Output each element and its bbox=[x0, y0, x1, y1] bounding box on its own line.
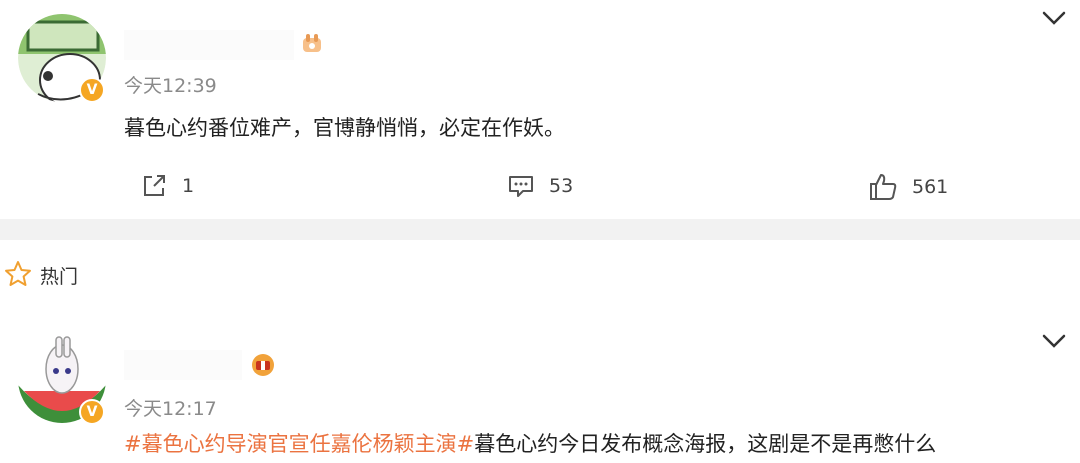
hot-label: 热门 bbox=[40, 266, 79, 288]
share-icon bbox=[144, 175, 165, 196]
member-badge-icon bbox=[250, 352, 274, 376]
hot-section-header: 热门 bbox=[0, 240, 1080, 310]
like-button[interactable]: 561 bbox=[868, 172, 948, 202]
like-count: 561 bbox=[912, 176, 949, 198]
chevron-down-icon[interactable] bbox=[1041, 333, 1067, 349]
post-card: V 今天12:39 暮色心约番位难产，官博静悄悄，必定在作妖。 1 53 561 bbox=[0, 0, 1080, 219]
share-count: 1 bbox=[182, 175, 195, 197]
post-text-body: 暮色心约今日发布概念海报，这剧是不是再憋什么 bbox=[474, 432, 937, 456]
timestamp: 今天12:17 bbox=[124, 398, 217, 420]
username-redacted[interactable] bbox=[124, 30, 294, 60]
like-icon bbox=[870, 174, 897, 200]
post-card: V 今天12:17 #暮色心约导演官宣任嘉伦杨颖主演#暮色心约今日发布概念海报，… bbox=[0, 310, 1080, 463]
comment-icon bbox=[509, 176, 533, 197]
post-text: #暮色心约导演官宣任嘉伦杨颖主演#暮色心约今日发布概念海报，这剧是不是再憋什么 bbox=[124, 428, 936, 458]
comment-count: 53 bbox=[549, 175, 574, 197]
share-button[interactable]: 1 bbox=[140, 172, 194, 200]
post-text: 暮色心约番位难产，官博静悄悄，必定在作妖。 bbox=[124, 116, 565, 140]
chevron-down-icon[interactable] bbox=[1041, 10, 1067, 26]
hashtag-link[interactable]: #暮色心约导演官宣任嘉伦杨颖主演# bbox=[124, 432, 474, 456]
comment-button[interactable]: 53 bbox=[507, 172, 573, 200]
verified-badge-icon: V bbox=[79, 399, 105, 425]
section-divider bbox=[0, 219, 1080, 240]
verified-badge-icon: V bbox=[79, 77, 105, 103]
timestamp: 今天12:39 bbox=[124, 75, 217, 97]
member-badge-icon bbox=[300, 32, 324, 56]
star-icon bbox=[4, 260, 32, 288]
username-redacted[interactable] bbox=[124, 350, 242, 380]
